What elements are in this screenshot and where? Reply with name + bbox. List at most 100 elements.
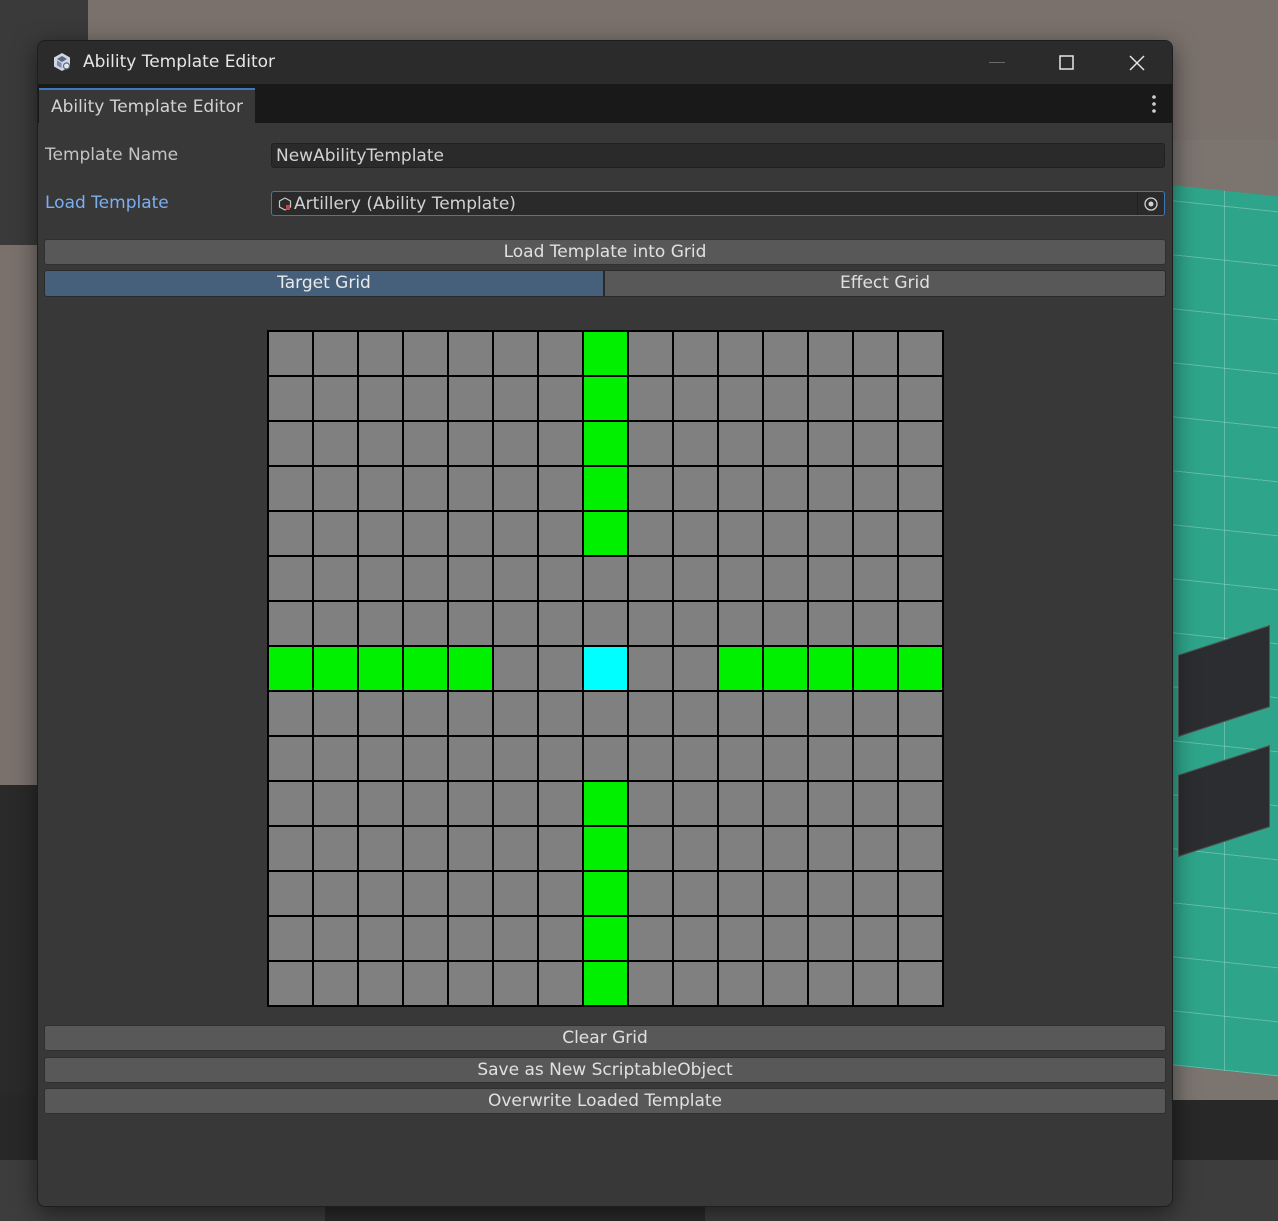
grid-cell[interactable] [899, 467, 942, 510]
grid-cell[interactable] [584, 557, 627, 600]
grid-cell[interactable] [809, 872, 852, 915]
grid-cell[interactable] [404, 557, 447, 600]
grid-cell[interactable] [449, 872, 492, 915]
grid-cell[interactable] [899, 602, 942, 645]
grid-cell[interactable] [854, 602, 897, 645]
grid-cell[interactable] [269, 467, 312, 510]
grid-cell[interactable] [674, 512, 717, 555]
grid-cell[interactable] [494, 332, 537, 375]
grid-cell[interactable] [719, 557, 762, 600]
grid-cell[interactable] [404, 782, 447, 825]
grid-cell[interactable] [359, 737, 402, 780]
grid-cell[interactable] [719, 467, 762, 510]
grid-cell[interactable] [764, 422, 807, 465]
grid-cell[interactable] [449, 377, 492, 420]
grid-cell[interactable] [809, 602, 852, 645]
grid-cell[interactable] [539, 962, 582, 1005]
grid-cell[interactable] [674, 692, 717, 735]
grid-cell[interactable] [404, 872, 447, 915]
minimize-button[interactable] [962, 41, 1032, 84]
grid-cell[interactable] [539, 557, 582, 600]
grid-cell-active[interactable] [584, 377, 627, 420]
grid-cell[interactable] [674, 647, 717, 690]
grid-cell-active[interactable] [764, 647, 807, 690]
grid-cell[interactable] [404, 467, 447, 510]
grid-cell[interactable] [269, 962, 312, 1005]
grid-cell[interactable] [809, 917, 852, 960]
grid-cell[interactable] [899, 512, 942, 555]
grid-cell[interactable] [359, 827, 402, 870]
grid-cell[interactable] [629, 827, 672, 870]
load-template-object-field[interactable]: Artillery (Ability Template) [271, 191, 1165, 216]
grid-cell-active[interactable] [584, 512, 627, 555]
grid-cell-active[interactable] [809, 647, 852, 690]
grid-cell[interactable] [404, 827, 447, 870]
grid-cell[interactable] [359, 692, 402, 735]
grid-cell[interactable] [764, 377, 807, 420]
grid-cell[interactable] [719, 377, 762, 420]
grid-cell[interactable] [539, 692, 582, 735]
grid-cell[interactable] [674, 962, 717, 1005]
grid-cell[interactable] [674, 332, 717, 375]
grid-cell[interactable] [494, 602, 537, 645]
load-template-into-grid-button[interactable]: Load Template into Grid [44, 239, 1166, 265]
grid-cell[interactable] [809, 737, 852, 780]
grid-cell[interactable] [404, 602, 447, 645]
grid-cell[interactable] [764, 872, 807, 915]
grid-cell[interactable] [854, 377, 897, 420]
grid-cell[interactable] [674, 557, 717, 600]
grid-cell[interactable] [359, 872, 402, 915]
grid-cell[interactable] [854, 917, 897, 960]
grid-cell[interactable] [359, 332, 402, 375]
grid-cell[interactable] [314, 332, 357, 375]
grid-cell[interactable] [404, 422, 447, 465]
grid-cell[interactable] [449, 467, 492, 510]
grid-cell[interactable] [449, 512, 492, 555]
grid-cell-active[interactable] [584, 422, 627, 465]
grid-cell[interactable] [809, 377, 852, 420]
grid-cell[interactable] [449, 917, 492, 960]
tab-ability-template-editor[interactable]: Ability Template Editor [39, 88, 256, 123]
grid-cell[interactable] [719, 692, 762, 735]
effect-grid-toggle[interactable]: Effect Grid [604, 270, 1166, 297]
grid-cell[interactable] [764, 827, 807, 870]
grid-cell[interactable] [854, 512, 897, 555]
grid-cell[interactable] [764, 467, 807, 510]
grid-cell-active[interactable] [584, 872, 627, 915]
grid-cell[interactable] [494, 377, 537, 420]
grid-cell[interactable] [539, 782, 582, 825]
grid-cell[interactable] [404, 512, 447, 555]
grid-cell[interactable] [539, 377, 582, 420]
grid-cell[interactable] [359, 962, 402, 1005]
grid-cell[interactable] [314, 737, 357, 780]
grid-cell[interactable] [269, 872, 312, 915]
grid-cell[interactable] [719, 602, 762, 645]
grid-cell[interactable] [899, 377, 942, 420]
grid-cell[interactable] [764, 917, 807, 960]
grid-cell[interactable] [809, 332, 852, 375]
grid-cell[interactable] [494, 557, 537, 600]
grid-cell[interactable] [539, 602, 582, 645]
grid-cell-active[interactable] [359, 647, 402, 690]
grid-cell[interactable] [854, 827, 897, 870]
grid-cell[interactable] [899, 737, 942, 780]
grid-cell[interactable] [449, 557, 492, 600]
grid-cell[interactable] [764, 602, 807, 645]
grid-cell[interactable] [449, 827, 492, 870]
grid-cell[interactable] [449, 962, 492, 1005]
grid-cell[interactable] [539, 872, 582, 915]
grid-cell[interactable] [494, 827, 537, 870]
template-name-input[interactable]: NewAbilityTemplate [271, 143, 1165, 168]
grid-cell[interactable] [854, 422, 897, 465]
grid-cell[interactable] [404, 377, 447, 420]
grid-cell[interactable] [674, 467, 717, 510]
grid-cell[interactable] [314, 827, 357, 870]
grid-cell[interactable] [449, 737, 492, 780]
grid-cell[interactable] [449, 422, 492, 465]
grid-cell[interactable] [494, 737, 537, 780]
grid-cell[interactable] [764, 737, 807, 780]
grid-cell[interactable] [314, 557, 357, 600]
grid-cell[interactable] [584, 692, 627, 735]
grid-cell[interactable] [359, 512, 402, 555]
grid-cell[interactable] [314, 782, 357, 825]
